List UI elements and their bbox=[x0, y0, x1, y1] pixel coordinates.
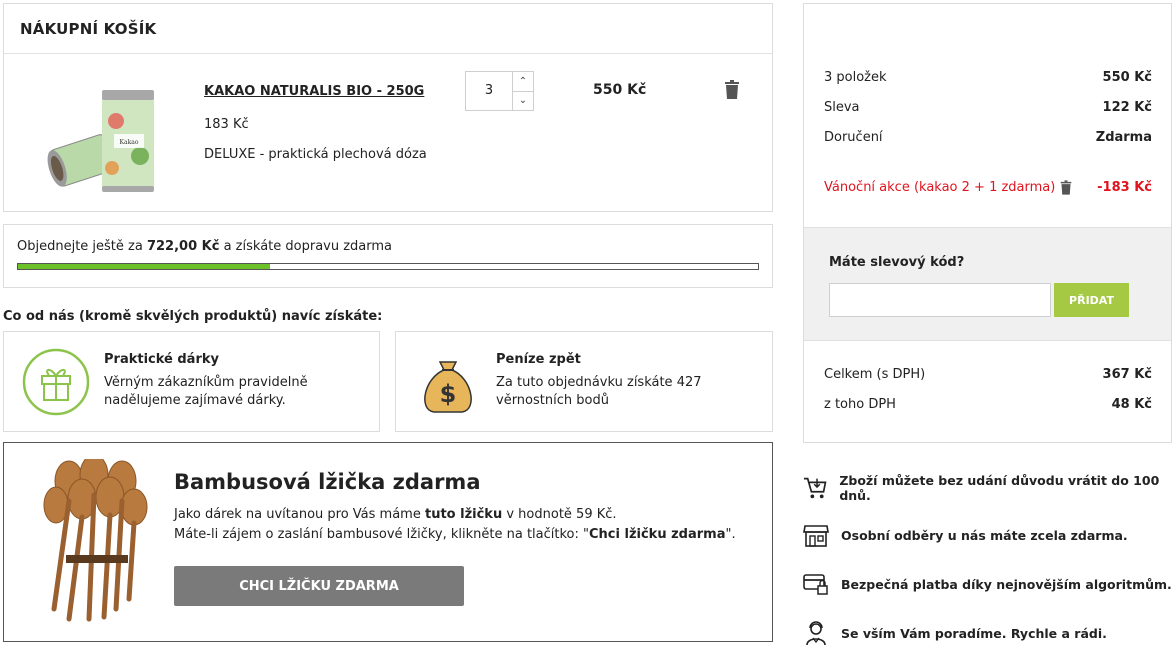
summary-delivery-row: Doručení Zdarma bbox=[824, 130, 1152, 145]
free-shipping-progress-bar bbox=[17, 263, 759, 270]
benefit-gifts-title: Praktické dárky bbox=[104, 352, 219, 367]
summary-items-value: 550 Kč bbox=[1102, 70, 1152, 85]
apply-coupon-button[interactable]: PŘIDAT bbox=[1054, 283, 1129, 317]
coupon-section: Máte slevový kód? PŘIDAT bbox=[804, 227, 1171, 341]
guarantee-support-text: Se vším Vám poradíme. Rychle a rádi. bbox=[841, 625, 1107, 641]
claim-spoon-button[interactable]: CHCI LŽIČKU ZDARMA bbox=[174, 566, 464, 606]
product-image[interactable]: Kakao bbox=[40, 76, 160, 196]
free-shipping-amount: 722,00 Kč bbox=[146, 239, 220, 254]
spoon-promo-panel: Bambusová lžička zdarma Jako dárek na uv… bbox=[3, 442, 773, 642]
cart-title: NÁKUPNÍ KOŠÍK bbox=[4, 4, 772, 54]
guarantee-pickup: Osobní odběry u nás máte zcela zdarma. bbox=[803, 522, 1128, 548]
summary-total-row: Celkem (s DPH) 367 Kč bbox=[824, 367, 1152, 382]
summary-items-row: 3 položek 550 Kč bbox=[824, 70, 1152, 85]
summary-promo-label: Vánoční akce (kakao 2 + 1 zdarma) bbox=[824, 180, 1056, 195]
guarantee-pickup-text: Osobní odběry u nás máte zcela zdarma. bbox=[841, 527, 1128, 543]
spoon-promo-title: Bambusová lžička zdarma bbox=[174, 470, 481, 494]
free-shipping-message: Objednejte ještě za 722,00 Kč a získáte … bbox=[17, 239, 392, 254]
benefit-gifts-text: Věrným zákazníkům pravidelně nadělujeme … bbox=[104, 375, 308, 408]
money-bag-icon: $ bbox=[424, 361, 472, 413]
svg-text:Kakao: Kakao bbox=[120, 139, 139, 146]
remove-promo-trash-icon[interactable] bbox=[1060, 180, 1072, 195]
summary-discount-label: Sleva bbox=[824, 100, 860, 115]
order-summary-panel: 3 položek 550 Kč Sleva 122 Kč Doručení Z… bbox=[803, 3, 1172, 443]
quantity-stepper[interactable]: 3 ⌃ ⌄ bbox=[465, 71, 534, 111]
summary-discount-row: Sleva 122 Kč bbox=[824, 100, 1152, 115]
summary-vat-value: 48 Kč bbox=[1111, 397, 1152, 412]
bamboo-spoons-image bbox=[43, 459, 148, 622]
summary-items-label: 3 položek bbox=[824, 70, 887, 85]
summary-vat-row: z toho DPH 48 Kč bbox=[824, 397, 1152, 412]
spoon-promo-line2-a: Máte-li zájem o zaslání bambusové lžičky… bbox=[174, 527, 589, 542]
summary-vat-label: z toho DPH bbox=[824, 397, 896, 412]
free-shipping-progress-fill bbox=[18, 264, 270, 269]
cart-return-icon bbox=[803, 477, 827, 499]
coupon-label: Máte slevový kód? bbox=[829, 255, 965, 270]
trash-icon[interactable] bbox=[724, 80, 740, 99]
product-total-price: 550 Kč bbox=[593, 82, 647, 98]
free-shipping-panel: Objednejte ještě za 722,00 Kč a získáte … bbox=[3, 224, 773, 288]
guarantee-returns: Zboží můžete bez udání důvodu vrátit do … bbox=[803, 473, 1172, 503]
benefit-money-title: Peníze zpět bbox=[496, 352, 581, 367]
quantity-increase-icon[interactable]: ⌃ bbox=[513, 72, 533, 92]
guarantee-payment-text: Bezpečná platba díky nejnovějším algorit… bbox=[841, 576, 1172, 592]
benefit-money-back: $ Peníze zpět Za tuto objednávku získáte… bbox=[395, 331, 773, 432]
spoon-promo-line2: Máte-li zájem o zaslání bambusové lžičky… bbox=[174, 527, 736, 542]
product-unit-price: 183 Kč bbox=[204, 117, 249, 132]
free-shipping-prefix: Objednejte ještě za bbox=[17, 239, 147, 254]
summary-total-label: Celkem (s DPH) bbox=[824, 367, 926, 382]
spoon-promo-line1-b: tuto lžičku bbox=[424, 507, 503, 522]
summary-total-value: 367 Kč bbox=[1102, 367, 1152, 382]
spoon-promo-line1-a: Jako dárek na uvítanou pro Vás máme bbox=[174, 507, 425, 522]
benefits-heading: Co od nás (kromě skvělých produktů) naví… bbox=[3, 309, 383, 324]
spoon-promo-line1: Jako dárek na uvítanou pro Vás máme tuto… bbox=[174, 507, 617, 522]
gift-icon bbox=[22, 348, 90, 416]
cart-panel: NÁKUPNÍ KOŠÍK Kakao KAKAO NATURALIS BIO … bbox=[3, 3, 773, 212]
secure-payment-icon bbox=[803, 574, 828, 595]
benefit-gifts: Praktické dárky Věrným zákazníkům pravid… bbox=[3, 331, 380, 432]
summary-promo-value: -183 Kč bbox=[1097, 180, 1152, 195]
product-variant: DELUXE - praktická plechová dóza bbox=[204, 147, 427, 162]
quantity-value[interactable]: 3 bbox=[466, 72, 513, 110]
guarantee-returns-text: Zboží můžete bez udání důvodu vrátit do … bbox=[839, 473, 1160, 503]
spoon-promo-line2-c: ". bbox=[725, 527, 736, 542]
guarantee-support: Se vším Vám poradíme. Rychle a rádi. bbox=[803, 620, 1107, 646]
spoon-promo-line2-b: Chci lžičku zdarma bbox=[589, 527, 726, 542]
benefit-money-text: Za tuto objednávku získáte 427 věrnostní… bbox=[496, 375, 702, 408]
svg-text:$: $ bbox=[440, 380, 457, 408]
free-shipping-suffix: a získáte dopravu zdarma bbox=[219, 239, 393, 254]
product-name-link[interactable]: KAKAO NATURALIS BIO - 250G bbox=[204, 84, 424, 99]
summary-delivery-value: Zdarma bbox=[1095, 130, 1152, 145]
coupon-input[interactable] bbox=[829, 283, 1051, 317]
summary-promo-label-wrap: Vánoční akce (kakao 2 + 1 zdarma) bbox=[824, 180, 1072, 195]
summary-delivery-label: Doručení bbox=[824, 130, 883, 145]
store-icon bbox=[803, 525, 829, 547]
spoon-promo-line1-c: v hodnotě 59 Kč. bbox=[502, 507, 617, 522]
support-agent-icon bbox=[806, 621, 826, 646]
guarantee-payment: Bezpečná platba díky nejnovějším algorit… bbox=[803, 571, 1172, 597]
quantity-decrease-icon[interactable]: ⌄ bbox=[513, 92, 533, 111]
summary-discount-value: 122 Kč bbox=[1102, 100, 1152, 115]
summary-promo-row: Vánoční akce (kakao 2 + 1 zdarma) -183 K… bbox=[824, 180, 1152, 195]
